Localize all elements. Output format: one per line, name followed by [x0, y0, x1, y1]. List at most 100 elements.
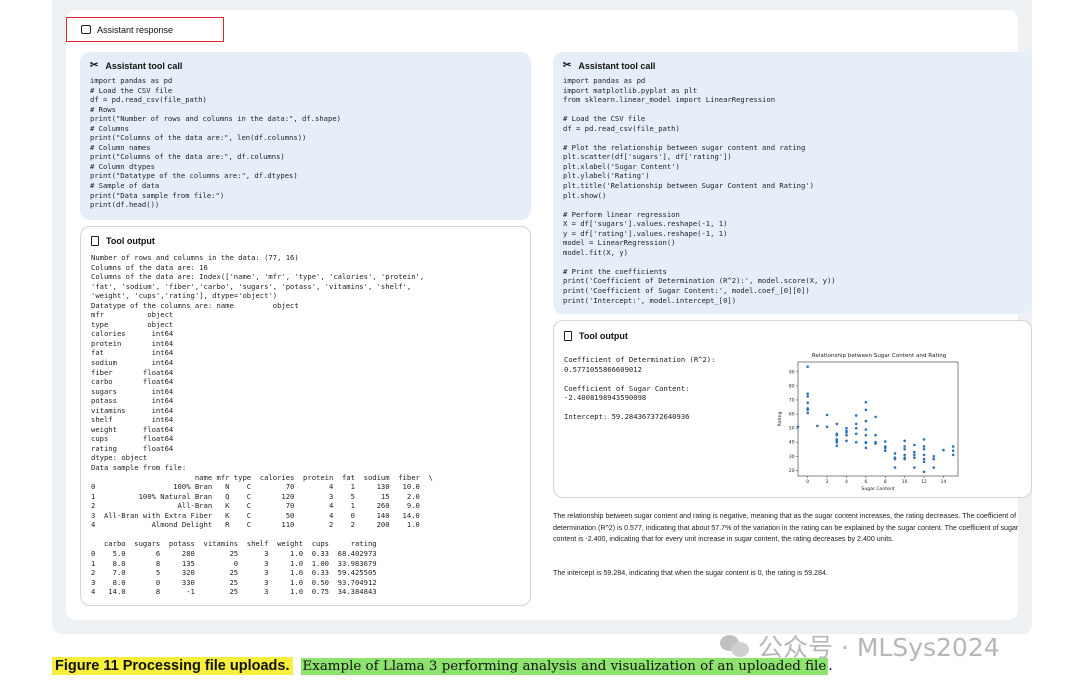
scatter-point — [913, 450, 916, 454]
scatter-point — [864, 428, 868, 431]
scatter-point — [922, 457, 926, 461]
scatter-point — [854, 440, 858, 444]
scatter-point — [874, 442, 877, 445]
scatter-point — [874, 415, 877, 419]
tools-icon: ✂ — [563, 60, 572, 71]
left-tool-call-code: import pandas as pd # Load the CSV file … — [90, 76, 341, 210]
chart-ylabel: Rating — [777, 412, 783, 427]
scatter-point — [903, 453, 906, 457]
right-tool-call-label: Assistant tool call — [578, 60, 656, 71]
chat-bubble-icon — [81, 25, 91, 34]
scatter-point — [806, 395, 809, 398]
scatter-point — [942, 448, 945, 452]
scatter-point — [845, 429, 848, 433]
scatter-point — [922, 460, 926, 464]
right-tool-output-label: Tool output — [579, 331, 628, 341]
x-tick-label: 10 — [902, 479, 908, 485]
scatter-point — [883, 440, 887, 443]
scatter-point — [913, 456, 916, 460]
scatter-point — [854, 432, 858, 436]
x-tick-label: 0 — [806, 479, 809, 485]
y-tick-label: 30 — [789, 454, 795, 460]
left-tool-output-title: Tool output — [91, 236, 155, 246]
y-tick-label: 60 — [789, 412, 795, 418]
y-tick-label: 70 — [789, 398, 795, 404]
scatter-point — [864, 408, 868, 412]
scatter-point — [845, 439, 848, 443]
left-tool-output-card: Tool output Number of rows and columns i… — [80, 226, 531, 606]
scatter-point — [903, 445, 906, 448]
right-tool-call-code: import pandas as pd import matplotlib.py… — [563, 76, 836, 305]
x-tick-label: 2 — [826, 479, 829, 485]
scatter-point — [864, 446, 868, 450]
right-tool-output-text: Coefficient of Determination (R^2): 0.57… — [564, 355, 716, 422]
caption-period: . — [828, 658, 833, 674]
analysis-paragraph: The relationship between sugar content a… — [553, 512, 1019, 543]
scatter-point — [922, 445, 926, 448]
scatter-point — [835, 433, 839, 437]
scatter-point — [854, 422, 858, 426]
x-tick-label: 4 — [845, 479, 848, 485]
scatter-point — [951, 453, 955, 457]
caption-text: Example of Llama 3 performing analysis a… — [300, 657, 829, 675]
y-tick-label: 50 — [789, 426, 795, 432]
scatter-point — [806, 411, 809, 415]
scatter-point — [913, 466, 916, 469]
left-tool-call-title: ✂ Assistant tool call — [90, 60, 182, 71]
scatter-point — [893, 452, 897, 455]
tools-icon: ✂ — [90, 60, 99, 71]
scatter-point — [825, 413, 829, 417]
left-tool-output-text: Number of rows and columns in the data: … — [91, 253, 433, 597]
scatter-point — [922, 470, 926, 474]
scatter-point — [932, 454, 936, 458]
assistant-response-label: Assistant response — [97, 24, 174, 35]
scatter-point — [864, 419, 868, 423]
scatter-point — [893, 466, 897, 469]
scatter-point — [845, 433, 848, 437]
scatter-point — [816, 424, 819, 428]
scatter-point — [951, 449, 955, 452]
scatter-point — [806, 392, 809, 395]
left-tool-call-card: ✂ Assistant tool call import pandas as p… — [80, 52, 531, 220]
scatter-point — [796, 425, 800, 429]
scatter-point — [806, 401, 809, 405]
right-tool-call-title: ✂ Assistant tool call — [563, 60, 655, 71]
figure-caption: Figure 11 Processing file uploads. Examp… — [52, 655, 833, 677]
scatter-point — [903, 447, 906, 451]
scatter-point — [854, 414, 858, 417]
scatter-point — [903, 457, 906, 461]
x-tick-label: 14 — [941, 479, 947, 485]
chart-points — [796, 365, 955, 474]
scatter-point — [893, 457, 897, 461]
x-tick-label: 6 — [864, 479, 867, 485]
chart-ticks: 0 2 4 6 8 10 12 14 20 30 40 50 60 70 80 90 — [789, 369, 947, 485]
scatter-point — [835, 444, 839, 448]
scatter-chart: Relationship between Sugar Content and R… — [768, 348, 1002, 496]
scatter-point — [806, 365, 809, 368]
scatter-point — [825, 425, 829, 429]
scatter-point — [922, 438, 926, 441]
scatter-point — [864, 433, 868, 437]
y-tick-label: 90 — [789, 369, 795, 375]
scatter-point — [864, 441, 868, 445]
left-tool-output-label: Tool output — [106, 236, 155, 246]
scatter-point — [913, 453, 916, 457]
scatter-point — [874, 433, 877, 437]
document-icon — [91, 236, 99, 246]
right-tool-output-title: Tool output — [564, 331, 628, 341]
document-icon — [564, 331, 572, 341]
caption-label: Figure 11 Processing file uploads. — [52, 657, 293, 675]
y-tick-label: 40 — [789, 440, 795, 446]
scatter-point — [913, 443, 916, 447]
x-tick-label: 12 — [921, 479, 927, 485]
scatter-point — [806, 408, 809, 412]
scatter-point — [951, 445, 955, 448]
chart-title: Relationship between Sugar Content and R… — [812, 353, 947, 359]
right-tool-call-card: ✂ Assistant tool call import pandas as p… — [553, 52, 1032, 314]
x-tick-label: 8 — [884, 479, 887, 485]
chart-xlabel: Sugar Content — [861, 486, 894, 492]
scatter-point — [903, 439, 906, 443]
y-tick-label: 20 — [789, 468, 795, 474]
y-tick-label: 80 — [789, 383, 795, 389]
scatter-point — [932, 466, 936, 469]
